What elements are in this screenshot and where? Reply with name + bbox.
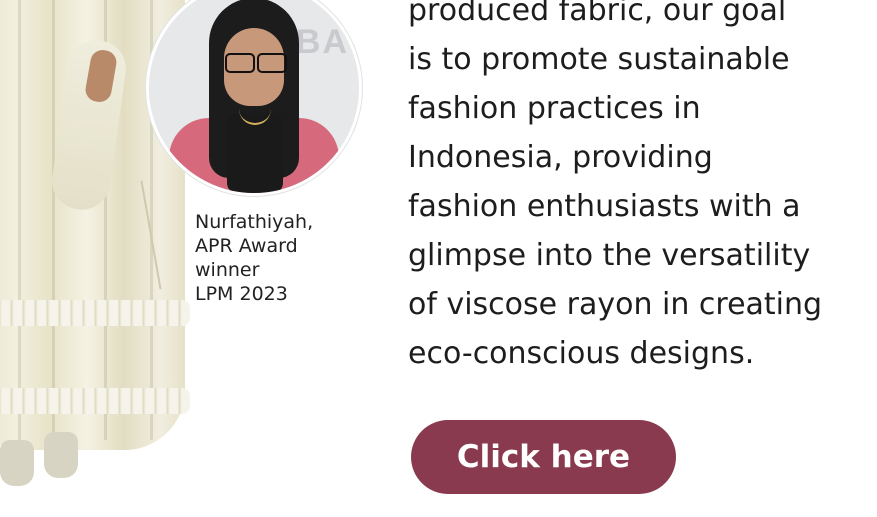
ruffle-tier [0,388,190,414]
body-line: glimpse into the versatility [408,238,811,273]
body-line: Indonesia, providing [408,140,713,175]
body-paragraph: produced fabric, our goal is to promote … [408,0,877,378]
body-line: of viscose rayon in creating [408,287,823,322]
black-top [227,113,283,193]
shoe [0,440,34,486]
portrait-caption: Nurfathiyah, APR Award winner LPM 2023 [195,210,365,306]
dress-fold [52,0,55,440]
body-line: fashion practices in [408,91,701,126]
body-line: fashion enthusiasts with a [408,189,801,224]
glasses [223,53,287,73]
caption-line: winner [195,259,260,281]
click-here-button[interactable]: Click here [411,420,676,494]
body-line: produced fabric, our goal [408,0,787,28]
body-line: eco-conscious designs. [408,336,755,371]
body-line: is to promote sustainable [408,42,790,77]
caption-line: Nurfathiyah, [195,211,314,233]
ruffle-tier [0,300,190,326]
caption-line: LPM 2023 [195,283,288,305]
winner-portrait: MBA [146,0,362,196]
page: MBA Nurfathiyah, APR Award winner LPM 20… [0,0,877,517]
caption-line: APR Award [195,235,298,257]
shoe [44,432,78,478]
dress-fold [18,0,21,440]
